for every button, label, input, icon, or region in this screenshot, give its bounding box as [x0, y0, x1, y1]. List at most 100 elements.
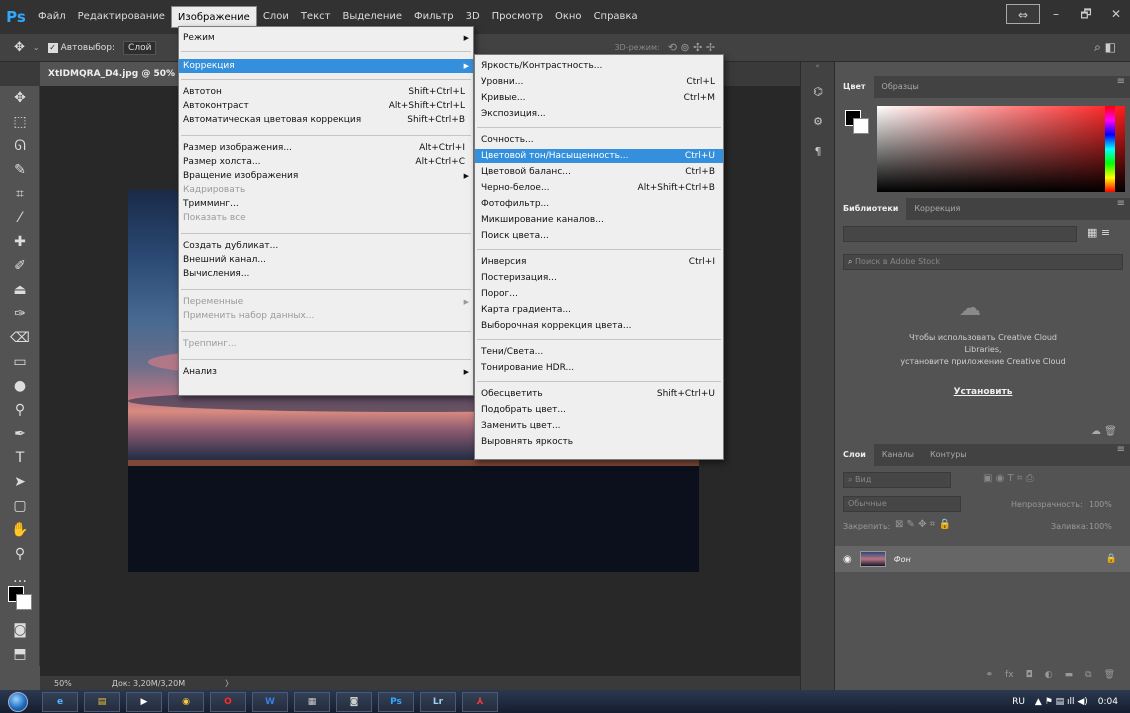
taskbar-app-opera-icon[interactable]: O — [210, 691, 246, 712]
menu-type[interactable]: Текст — [295, 6, 337, 28]
healing-brush-tool-icon[interactable]: ✚ — [0, 230, 40, 254]
menu-item-canvas-size[interactable]: Размер холста... Alt+Ctrl+C — [179, 155, 473, 169]
menu-item-brightness-contrast[interactable]: Яркость/Контрастность... — [475, 59, 723, 73]
menu-item-calculations[interactable]: Вычисления... — [179, 267, 473, 281]
menu-help[interactable]: Справка — [588, 6, 644, 28]
search-icon[interactable]: ⌕ ◧ — [1094, 40, 1116, 55]
autoselect-dropdown[interactable]: Слой — [123, 40, 157, 55]
menu-select[interactable]: Выделение — [336, 6, 408, 28]
menu-item-reveal-all[interactable]: Показать все — [179, 211, 473, 225]
grid-view-icon[interactable]: ▦ ≡ — [1087, 226, 1110, 239]
maximize-button[interactable]: 🗗 — [1072, 4, 1100, 24]
menu-item-vibrance[interactable]: Сочность... — [475, 133, 723, 147]
tab-color[interactable]: Цвет — [835, 76, 874, 98]
paragraph-panel-icon[interactable]: ¶ — [801, 136, 835, 166]
type-tool-icon[interactable]: T — [0, 446, 40, 470]
menu-window[interactable]: Окно — [549, 6, 588, 28]
menu-item-apply-data-set[interactable]: Применить набор данных... — [179, 309, 473, 323]
menu-item-trap[interactable]: Треппинг... — [179, 337, 473, 351]
zoom-level[interactable]: 50% — [54, 679, 72, 688]
menu-item-hdr-toning[interactable]: Тонирование HDR... — [475, 361, 723, 375]
menu-layers[interactable]: Слои — [257, 6, 295, 28]
panel-menu-icon[interactable]: ≡ — [1117, 444, 1125, 455]
screen-mode-icon[interactable]: ⬒ — [0, 642, 40, 666]
stock-search-input[interactable]: ⌕ Поиск в Adobe Stock — [843, 254, 1123, 270]
path-select-tool-icon[interactable]: ➤ — [0, 470, 40, 494]
menu-item-autocolor[interactable]: Автоматическая цветовая коррекция Shift+C… — [179, 113, 473, 127]
menu-item-color-balance[interactable]: Цветовой баланс... Ctrl+B — [475, 165, 723, 179]
taskbar-app-media-icon[interactable]: ▶ — [126, 691, 162, 712]
menu-item-black-white[interactable]: Черно-белое... Alt+Shift+Ctrl+B — [475, 181, 723, 195]
quick-select-tool-icon[interactable]: ✎ — [0, 158, 40, 182]
layer-row[interactable]: ◉ Фон 🔒 — [835, 546, 1130, 572]
hand-tool-icon[interactable]: ✋ — [0, 518, 40, 542]
menu-item-apply-image[interactable]: Внешний канал... — [179, 253, 473, 267]
opacity-value[interactable]: 100% — [1089, 500, 1112, 509]
eyedropper-tool-icon[interactable]: ⁄ — [0, 206, 40, 230]
menu-edit[interactable]: Редактирование — [72, 6, 171, 28]
taskbar-app-folder-icon[interactable]: ▤ — [84, 691, 120, 712]
menu-item-duplicate[interactable]: Создать дубликат... — [179, 239, 473, 253]
chevron-down-icon[interactable]: ⌄ — [33, 43, 40, 52]
menu-item-desaturate[interactable]: Обесцветить Shift+Ctrl+U — [475, 387, 723, 401]
menu-item-color-lookup[interactable]: Поиск цвета... — [475, 229, 723, 243]
menu-item-image-size[interactable]: Размер изображения... Alt+Ctrl+I — [179, 141, 473, 155]
menu-item-variables[interactable]: Переменные ▶ — [179, 295, 473, 309]
menu-item-channel-mixer[interactable]: Микширование каналов... — [475, 213, 723, 227]
background-color-swatch[interactable] — [853, 118, 869, 134]
panel-menu-icon[interactable]: ≡ — [1117, 198, 1125, 209]
autoselect-checkbox[interactable]: ✓ Автовыбор: — [47, 42, 115, 53]
menu-view[interactable]: Просмотр — [486, 6, 549, 28]
taskbar-app-chrome-icon[interactable]: ◉ — [168, 691, 204, 712]
taskbar-app-ps-icon[interactable]: Ps — [378, 691, 414, 712]
properties-panel-icon[interactable]: ⚙ — [801, 106, 835, 136]
marquee-tool-icon[interactable]: ⬚ — [0, 110, 40, 134]
history-panel-icon[interactable]: ⌬ — [801, 76, 835, 106]
eraser-tool-icon[interactable]: ⌫ — [0, 326, 40, 350]
eye-icon[interactable]: ◉ — [843, 554, 852, 565]
resize-icon[interactable]: ⇔ — [1006, 4, 1040, 24]
lock-icon[interactable]: 🔒 — [1106, 554, 1117, 564]
close-button[interactable]: ✕ — [1102, 4, 1130, 24]
brush-tool-icon[interactable]: ✐ — [0, 254, 40, 278]
clock[interactable]: 0:04 — [1098, 697, 1118, 707]
history-brush-tool-icon[interactable]: ✑ — [0, 302, 40, 326]
taskbar-app-lr-icon[interactable]: Lr — [420, 691, 456, 712]
taskbar-app-camera-icon[interactable]: ◙ — [336, 691, 372, 712]
start-button[interactable] — [0, 690, 36, 713]
minimize-button[interactable]: – — [1042, 4, 1070, 24]
menu-item-gradient-map[interactable]: Карта градиента... — [475, 303, 723, 317]
menu-item-exposure[interactable]: Экспозиция... — [475, 107, 723, 121]
menu-item-photo-filter[interactable]: Фотофильтр... — [475, 197, 723, 211]
layer-filter-icons[interactable]: ▣ ◉ T ⌗ ⎙ — [983, 473, 1034, 484]
library-dropdown[interactable] — [843, 226, 1077, 242]
menu-3d[interactable]: 3D — [460, 6, 486, 28]
menu-filter[interactable]: Фильтр — [408, 6, 460, 28]
fill-value[interactable]: 100% — [1089, 522, 1112, 531]
install-link[interactable]: Установить — [835, 387, 1130, 397]
lock-icons[interactable]: ⊠ ✎ ✥ ⌗ 🔒 — [895, 519, 951, 530]
menu-item-posterize[interactable]: Постеризация... — [475, 271, 723, 285]
blur-tool-icon[interactable]: ● — [0, 374, 40, 398]
menu-item-match-color[interactable]: Подобрать цвет... — [475, 403, 723, 417]
tray-icons[interactable]: ▲ ⚑ ▤ ıll ◀) — [1035, 697, 1088, 707]
color-picker-field[interactable] — [877, 106, 1125, 192]
menu-item-crop[interactable]: Кадрировать — [179, 183, 473, 197]
blend-mode-dropdown[interactable]: Обычные — [843, 496, 961, 512]
panel-menu-icon[interactable]: ≡ — [1117, 76, 1125, 87]
menu-item-image-rotation[interactable]: Вращение изображения ▶ — [179, 169, 473, 183]
hue-slider[interactable] — [1105, 106, 1115, 192]
quick-mask-icon[interactable]: ◙ — [0, 618, 40, 642]
menu-item-selective-color[interactable]: Выборочная коррекция цвета... — [475, 319, 723, 333]
pen-tool-icon[interactable]: ✒ — [0, 422, 40, 446]
gradient-tool-icon[interactable]: ▭ — [0, 350, 40, 374]
menu-item-mode[interactable]: Режим ▶ — [179, 31, 473, 45]
chevron-right-icon[interactable]: 〉 — [225, 678, 233, 689]
group-icon[interactable]: ▬ — [1065, 670, 1074, 690]
menu-file[interactable]: Файл — [32, 6, 72, 28]
menu-image[interactable]: Изображение — [170, 6, 257, 28]
document-tab[interactable]: XtIDMQRA_D4.jpg @ 50% ( — [40, 62, 191, 86]
menu-item-levels[interactable]: Уровни... Ctrl+L — [475, 75, 723, 89]
move-tool-icon[interactable]: ✥ — [0, 86, 40, 110]
menu-item-replace-color[interactable]: Заменить цвет... — [475, 419, 723, 433]
